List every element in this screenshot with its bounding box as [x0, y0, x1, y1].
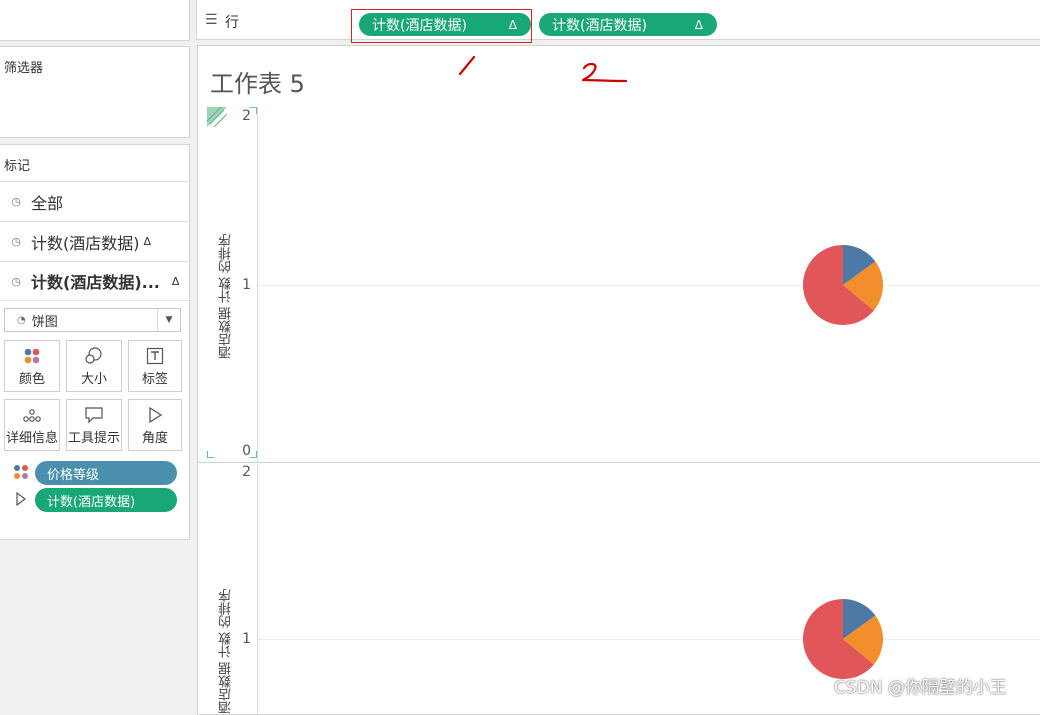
clock-icon: ◷ — [11, 274, 21, 288]
tooltip-icon — [85, 407, 103, 424]
marks-card: 标记 ◷ 全部 ◷ 计数(酒店数据) Δ ◷ 计数(酒店数据)... Δ ◔ 饼… — [0, 144, 190, 540]
angle-button[interactable]: 角度 — [128, 399, 182, 451]
annotation-number-2 — [581, 62, 628, 83]
y-axis-title: 酒店数据 计数 的排序 — [219, 233, 234, 359]
detail-icon — [23, 409, 41, 422]
y-tick-2: 2 — [242, 464, 251, 480]
color-button[interactable]: 颜色 — [4, 340, 60, 392]
pane-1: 2 1 0 酒店数据 计数 的排序 — [198, 107, 1040, 463]
rows-shelf-label: 行 — [225, 15, 239, 31]
marks-card-count-1[interactable]: ◷ 计数(酒店数据) Δ — [0, 221, 189, 261]
size-icon — [85, 347, 102, 364]
delta-icon: Δ — [694, 17, 703, 32]
worksheet-title: 工作表 5 — [210, 70, 305, 98]
clock-icon: ◷ — [11, 235, 21, 248]
filters-card: 筛选器 — [0, 46, 190, 138]
detail-button[interactable]: 详细信息 — [4, 399, 60, 451]
color-icon — [24, 348, 40, 364]
field-pill-count[interactable]: 计数(酒店数据) — [35, 488, 177, 512]
marks-card-count-1-label: 计数(酒店数据) — [31, 233, 140, 253]
pie-icon: ◔ — [17, 314, 26, 326]
tooltip-button[interactable]: 工具提示 — [66, 399, 122, 451]
field-pill-count-label: 计数(酒店数据) — [47, 494, 136, 510]
label-button[interactable]: 标签 — [128, 340, 182, 392]
mark-type-dropdown[interactable]: ◔ 饼图 ▼ — [4, 308, 181, 332]
gridline-1 — [258, 639, 1040, 640]
annotation-number-1 — [458, 55, 476, 76]
clock-icon: ◷ — [11, 195, 21, 208]
gridline-1 — [258, 285, 1040, 286]
highlight-box — [351, 9, 532, 43]
text-icon — [146, 347, 164, 365]
filters-title: 筛选器 — [4, 61, 44, 76]
label-button-label: 标签 — [141, 372, 168, 387]
y-tick-2: 2 — [242, 108, 251, 124]
marks-card-count-2[interactable]: ◷ 计数(酒店数据)... Δ — [0, 261, 189, 301]
marks-card-all[interactable]: ◷ 全部 — [0, 181, 189, 221]
chevron-down-icon: ▼ — [157, 309, 180, 331]
mark-type-label: 饼图 — [31, 314, 58, 330]
size-button[interactable]: 大小 — [66, 340, 122, 392]
rows-shelf-icon: ☰ — [205, 12, 218, 28]
y-tick-0: 0 — [242, 443, 251, 459]
pie-chart-2[interactable] — [801, 597, 885, 681]
marks-title: 标记 — [4, 159, 31, 174]
y-axis-title: 酒店数据 计数 的排序 — [219, 588, 234, 714]
worksheet-view: 工作表 5 2 1 0 酒店数据 计数 的排序 2 1 酒店数据 计数 的排序 — [197, 45, 1040, 715]
delta-icon: Δ — [143, 235, 152, 248]
marks-card-count-2-label: 计数(酒店数据)... — [31, 273, 160, 292]
watermark: CSDN @你隔壁的小王 — [834, 678, 1007, 698]
marks-card-all-label: 全部 — [31, 193, 64, 213]
y-axis-line — [257, 463, 258, 714]
rows-shelf: ☰ 行 计数(酒店数据) Δ 计数(酒店数据) Δ — [196, 0, 1040, 43]
size-button-label: 大小 — [80, 372, 107, 387]
angle-button-label: 角度 — [141, 431, 168, 446]
pie-chart-1[interactable] — [801, 243, 885, 327]
rows-pill-2[interactable]: 计数(酒店数据) Δ — [539, 13, 717, 36]
rows-pill-2-label: 计数(酒店数据) — [552, 17, 647, 34]
field-pill-price-level[interactable]: 价格等级 — [35, 461, 177, 485]
color-button-label: 颜色 — [18, 372, 45, 387]
angle-icon — [16, 492, 26, 506]
delta-icon: Δ — [171, 274, 180, 288]
tooltip-button-label: 工具提示 — [67, 431, 120, 446]
left-top-strip — [0, 0, 190, 41]
field-pill-price-level-label: 价格等级 — [47, 467, 100, 483]
detail-button-label: 详细信息 — [5, 431, 58, 446]
color-icon — [14, 465, 28, 479]
angle-icon — [149, 406, 163, 424]
